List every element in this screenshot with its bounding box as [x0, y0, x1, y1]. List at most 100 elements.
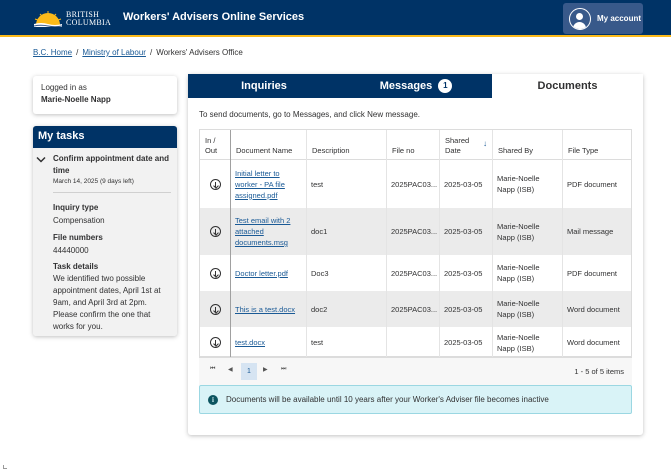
document-name-cell: Test email with 2 attached documents.msg	[230, 208, 306, 255]
tab-documents[interactable]: Documents	[492, 74, 643, 98]
description-cell: test	[311, 338, 324, 347]
col-in-out-line1: In /	[205, 136, 216, 145]
my-account-label: My account	[597, 14, 642, 23]
document-name-cell: This is a test.docx	[230, 291, 306, 327]
table-row[interactable]: Doctor letter.pdf Doc3 2025PAC03... 2025…	[200, 255, 631, 291]
shared-date-cell: 2025-03-05	[444, 227, 483, 236]
breadcrumb-bc-home[interactable]: B.C. Home	[33, 48, 72, 57]
file-type-cell: PDF document	[567, 179, 618, 189]
shared-by-cell: Marie-Noelle Napp (ISB)	[497, 332, 540, 353]
task-divider	[53, 192, 171, 193]
next-page-icon[interactable]: ▶	[263, 366, 268, 373]
document-name-cell: test.docx	[230, 327, 306, 358]
table-row[interactable]: This is a test.docx doc2 2025PAC03... 20…	[200, 291, 631, 327]
description-cell: test	[311, 179, 324, 189]
in-out-cell	[200, 208, 230, 255]
file-type-cell: Mail message	[567, 227, 614, 236]
column-divider	[386, 159, 387, 357]
chevron-down-icon[interactable]	[36, 156, 46, 164]
page-number-button[interactable]: 1	[241, 363, 257, 380]
logged-in-label: Logged in as	[41, 83, 87, 92]
unread-count-badge: 1	[438, 79, 453, 93]
tab-inquiries[interactable]: Inquiries	[188, 74, 340, 98]
shared-by-cell: Marie-Noelle Napp (ISB)	[497, 263, 540, 283]
my-account-button[interactable]: My account	[563, 3, 643, 34]
document-link[interactable]: Doctor letter.pdf	[235, 268, 288, 279]
col-document-name-label: Document Name	[236, 146, 293, 155]
breadcrumb-separator: /	[149, 48, 153, 57]
download-icon[interactable]	[210, 178, 221, 190]
documents-card: Inquiries Messages 1 Documents To send d…	[188, 74, 643, 435]
locked-column-divider	[230, 159, 231, 357]
logged-in-card: Logged in as Marie-Noelle Napp	[33, 76, 177, 114]
col-header-in-out[interactable]: In / Out	[200, 130, 230, 160]
inquiry-type-value: Compensation	[53, 216, 105, 225]
column-divider	[492, 159, 493, 357]
pager-info: 1 - 5 of 5 items	[574, 367, 624, 376]
col-shared-date-line1: Shared	[445, 136, 470, 145]
app-title: Workers' Advisers Online Services	[123, 11, 305, 23]
breadcrumb-ministry-of-labour[interactable]: Ministry of Labour	[82, 48, 146, 57]
first-page-icon[interactable]: ⏮	[210, 366, 215, 373]
table-row[interactable]: Initial letter to worker - PA file assig…	[200, 160, 631, 208]
documents-instruction: To send documents, go to Messages, and c…	[199, 110, 420, 119]
download-icon[interactable]	[210, 226, 221, 237]
col-file-type-label: File Type	[568, 146, 599, 155]
tab-messages-label: Messages	[379, 80, 433, 92]
breadcrumb-current: Workers' Advisers Office	[156, 48, 243, 57]
logged-in-user: Marie-Noelle Napp	[41, 95, 111, 104]
retention-notice: i Documents will be available until 10 y…	[199, 385, 632, 414]
col-header-file-type[interactable]: File Type	[562, 130, 631, 160]
breadcrumb-separator: /	[76, 48, 79, 57]
col-header-shared-date[interactable]: Shared Date ↓	[439, 130, 492, 160]
col-file-no-label: File no	[392, 146, 415, 155]
in-out-cell	[200, 327, 230, 358]
tab-messages[interactable]: Messages 1	[340, 74, 492, 98]
file-no-cell: 2025PAC03...	[391, 268, 438, 278]
download-icon[interactable]	[210, 303, 221, 315]
document-link[interactable]: Initial letter to worker - PA file assig…	[235, 168, 301, 201]
task-title[interactable]: Confirm appointment date and time	[53, 153, 175, 177]
task-details-value: We identified two possible appointment d…	[53, 274, 161, 331]
col-description-label: Description	[312, 146, 350, 155]
my-tasks-panel: My tasks Confirm appointment date and ti…	[33, 126, 177, 336]
file-type-cell: Word document	[567, 304, 620, 314]
tab-bar: Inquiries Messages 1 Documents	[188, 74, 643, 98]
col-header-document-name[interactable]: Document Name	[230, 130, 306, 160]
file-type-cell: PDF document	[567, 268, 618, 278]
my-tasks-heading: My tasks	[33, 126, 177, 148]
logo-line2: COLUMBIA	[66, 18, 112, 27]
download-icon[interactable]	[210, 267, 221, 279]
table-row[interactable]: Test email with 2 attached documents.msg…	[200, 208, 631, 255]
document-link[interactable]: This is a test.docx	[235, 304, 295, 315]
table-header: In / Out Document Name Description File …	[200, 130, 631, 160]
top-header: BRITISH COLUMBIA Workers' Advisers Onlin…	[0, 0, 671, 37]
file-numbers-value: 44440000	[53, 246, 89, 255]
bc-logo[interactable]: BRITISH COLUMBIA	[34, 8, 111, 30]
in-out-cell	[200, 160, 230, 208]
in-out-cell	[200, 255, 230, 291]
table-row[interactable]: test.docx test 2025-03-05 Marie-Noelle N…	[200, 327, 631, 358]
column-divider	[562, 159, 563, 357]
shared-by-cell: Marie-Noelle Napp (ISB)	[497, 299, 540, 319]
tab-documents-label: Documents	[537, 80, 598, 92]
col-header-file-no[interactable]: File no	[386, 130, 439, 160]
logo-text: BRITISH COLUMBIA	[66, 11, 111, 27]
shared-date-cell: 2025-03-05	[444, 179, 483, 189]
document-link[interactable]: Test email with 2 attached documents.msg	[235, 215, 301, 248]
prev-page-icon[interactable]: ◀	[228, 366, 233, 373]
documents-table: In / Out Document Name Description File …	[199, 129, 632, 357]
bc-sun-logo-icon	[34, 11, 62, 27]
col-header-shared-by[interactable]: Shared By	[492, 130, 562, 160]
document-link[interactable]: test.docx	[235, 337, 265, 348]
download-icon[interactable]	[210, 337, 221, 348]
retention-notice-text: Documents will be available until 10 yea…	[226, 395, 549, 404]
shared-by-cell: Marie-Noelle Napp (ISB)	[497, 221, 540, 242]
file-type-cell: Word document	[567, 338, 620, 347]
col-header-description[interactable]: Description	[306, 130, 386, 160]
last-page-icon[interactable]: ⏭	[281, 366, 286, 373]
description-cell: doc2	[311, 304, 328, 314]
task-details-label: Task details	[53, 262, 99, 271]
tab-inquiries-label: Inquiries	[241, 80, 287, 92]
file-no-cell	[386, 327, 439, 358]
